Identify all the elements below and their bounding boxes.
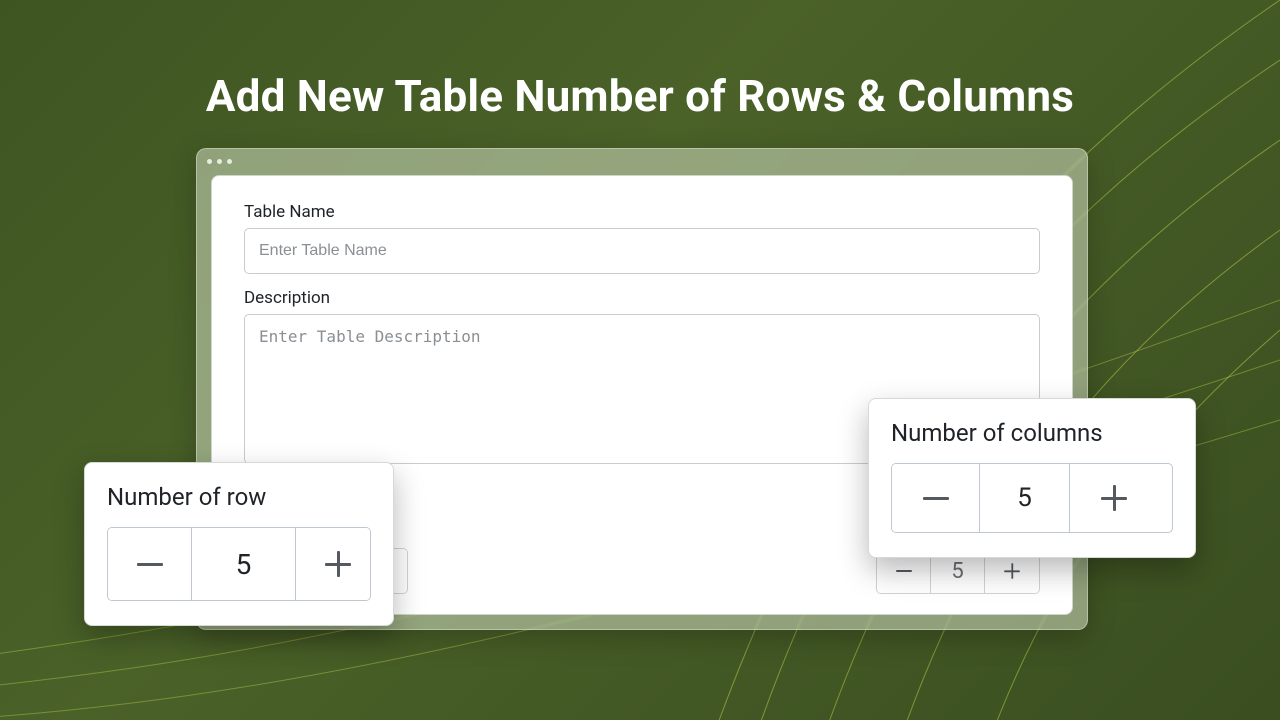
page-title: Add New Table Number of Rows & Columns [0,70,1280,122]
table-name-field: Table Name [244,202,1040,274]
table-name-label: Table Name [244,202,1040,222]
rows-callout: Number of row 5 [84,462,394,626]
columns-increment-button[interactable] [1070,464,1158,532]
plus-icon [1101,485,1127,511]
columns-callout: Number of columns 5 [868,398,1196,558]
minus-icon [923,497,949,500]
plus-icon [325,551,351,577]
columns-decrement-button[interactable] [892,464,980,532]
columns-stepper-label: Number of columns [891,419,1173,447]
rows-increment-button[interactable] [296,528,371,600]
rows-stepper-label: Number of row [107,483,371,511]
table-name-input[interactable] [244,228,1040,274]
description-label: Description [244,288,1040,308]
window-titlebar [197,149,1087,173]
window-dot-icon [217,159,222,164]
minus-icon [137,563,163,566]
window-dot-icon [227,159,232,164]
columns-value[interactable]: 5 [980,464,1070,532]
columns-stepper: 5 [891,463,1173,533]
rows-stepper: 5 [107,527,371,601]
window-dot-icon [207,159,212,164]
rows-decrement-button[interactable] [108,528,192,600]
rows-value[interactable]: 5 [192,528,296,600]
